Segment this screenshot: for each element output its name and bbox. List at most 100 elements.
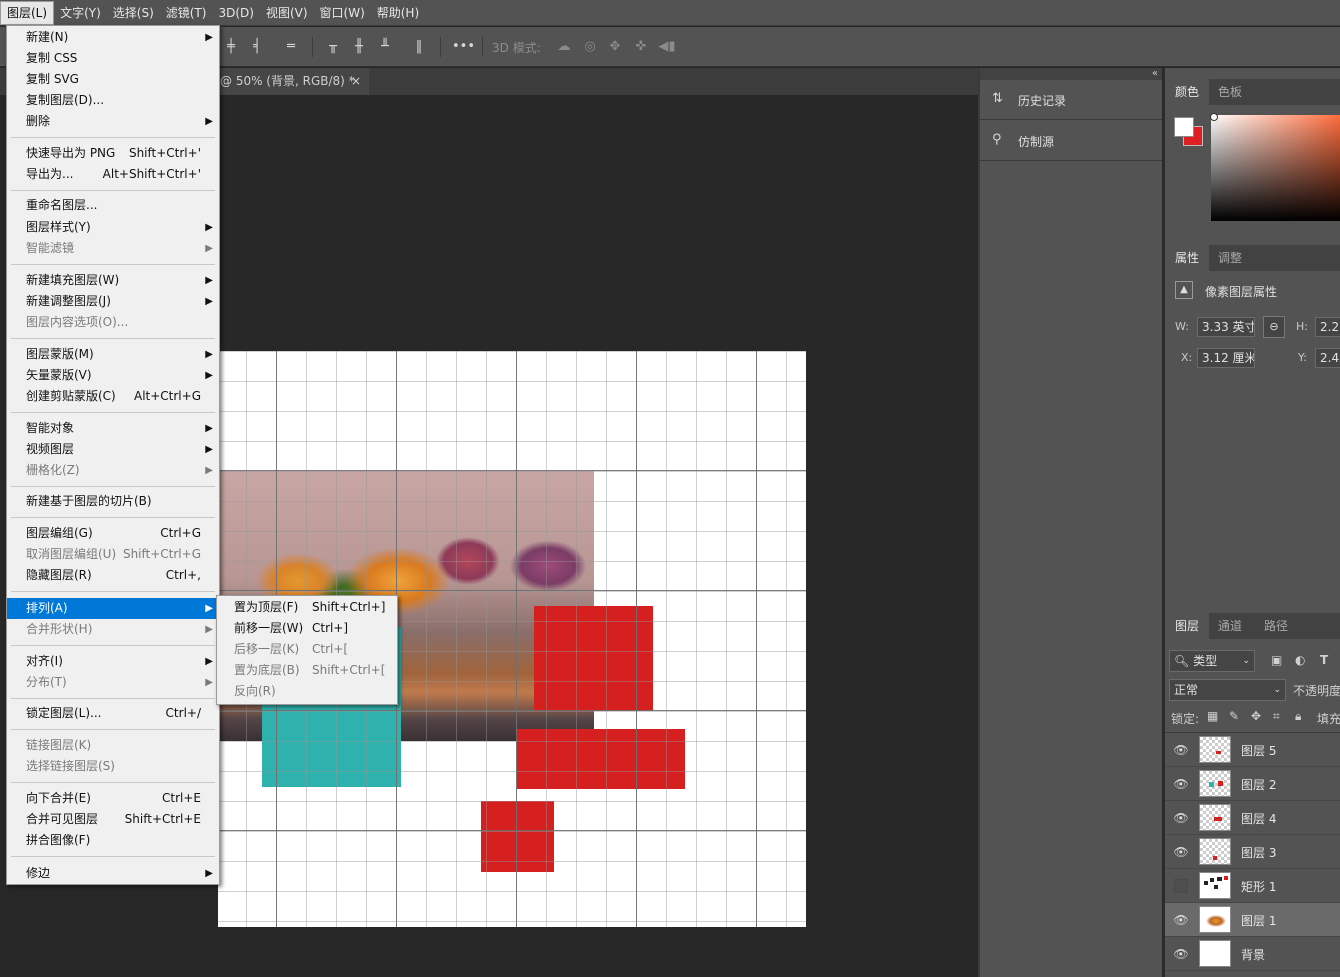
layer-row-background[interactable]: 👁︎ 背景 — [1165, 937, 1340, 971]
lock-transparent-icon[interactable]: ▦ — [1207, 709, 1218, 723]
red-rectangle-small[interactable] — [481, 801, 554, 872]
menu-type[interactable]: 文字(Y) — [54, 0, 107, 26]
menu-item-ungroup-layers[interactable]: 取消图层编组(U) Shift+Ctrl+G — [7, 544, 219, 565]
y-position-field[interactable]: 2.48 — [1315, 348, 1340, 368]
menu-item-matting[interactable]: 修边 ▶ — [7, 863, 219, 884]
menu-item-smart-object[interactable]: 智能对象 ▶ — [7, 418, 219, 439]
link-dimensions-icon[interactable]: ⊖ — [1263, 316, 1285, 338]
menu-item-merge-down[interactable]: 向下合并(E) Ctrl+E — [7, 788, 219, 809]
menu-item-new[interactable]: 新建(N) ▶ — [7, 27, 219, 48]
submenu-item-send-to-back[interactable]: 置为底层(B) Shift+Ctrl+[ — [217, 660, 397, 681]
red-rectangle-large[interactable] — [534, 606, 653, 711]
menu-item-create-clipping-mask[interactable]: 创建剪贴蒙版(C) Alt+Ctrl+G — [7, 386, 219, 407]
visibility-eye-icon[interactable]: 👁︎ — [1173, 844, 1189, 860]
layer-row-rectangle1[interactable]: 矩形 1 — [1165, 869, 1340, 903]
menu-item-copy-svg[interactable]: 复制 SVG — [7, 69, 219, 90]
layer-row-layer3[interactable]: 👁︎ 图层 3 — [1165, 835, 1340, 869]
x-position-field[interactable]: 3.12 厘米 — [1197, 348, 1255, 368]
menu-item-layer-style[interactable]: 图层样式(Y) ▶ — [7, 217, 219, 238]
menu-item-new-fill-layer[interactable]: 新建填充图层(W) ▶ — [7, 270, 219, 291]
menu-layer[interactable]: 图层(L) — [0, 0, 55, 25]
menu-item-smart-filter[interactable]: 智能滤镜 ▶ — [7, 238, 219, 259]
blend-mode-select[interactable]: 正常 ⌄ — [1169, 679, 1286, 701]
foreground-color-swatch[interactable] — [1174, 117, 1194, 137]
layer-row-layer1[interactable]: 👁︎ 图层 1 — [1165, 903, 1340, 937]
menu-item-rasterize[interactable]: 栅格化(Z) ▶ — [7, 460, 219, 481]
align-top-icon[interactable]: ╥ — [324, 38, 342, 56]
menu-item-copy-css[interactable]: 复制 CSS — [7, 48, 219, 69]
tab-swatches[interactable]: 色板 — [1208, 79, 1252, 105]
menu-filter[interactable]: 滤镜(T) — [160, 0, 213, 26]
menu-item-combine-shapes[interactable]: 合并形状(H) ▶ — [7, 619, 219, 640]
filter-type-icon[interactable]: T — [1320, 653, 1328, 667]
layer-row-layer4[interactable]: 👁︎ 图层 4 — [1165, 801, 1340, 835]
menu-select[interactable]: 选择(S) — [107, 0, 160, 26]
visibility-toggle[interactable] — [1174, 879, 1188, 893]
menu-item-vector-mask[interactable]: 矢量蒙版(V) ▶ — [7, 365, 219, 386]
menu-item-group-layers[interactable]: 图层编组(G) Ctrl+G — [7, 523, 219, 544]
filter-pixel-icon[interactable]: ▣ — [1271, 653, 1282, 667]
collapse-panels-icon[interactable]: « — [1152, 68, 1158, 79]
distribute-horizontal-icon[interactable]: ‖ — [410, 38, 428, 56]
menu-item-hide-layers[interactable]: 隐藏图层(R) Ctrl+, — [7, 565, 219, 586]
history-panel-button[interactable]: ⇅ 历史记录 — [980, 80, 1162, 120]
clone-source-panel-button[interactable]: ⚲ 仿制源 — [980, 121, 1162, 161]
visibility-eye-icon[interactable]: 👁︎ — [1173, 810, 1189, 826]
submenu-item-send-backward[interactable]: 后移一层(K) Ctrl+[ — [217, 639, 397, 660]
distribute-icon[interactable]: ═ — [282, 38, 300, 56]
menu-item-new-adjustment-layer[interactable]: 新建调整图层(J) ▶ — [7, 291, 219, 312]
visibility-eye-icon[interactable]: 👁︎ — [1173, 776, 1189, 792]
3d-pan-icon[interactable]: ✥ — [606, 38, 624, 56]
menu-window[interactable]: 窗口(W) — [314, 0, 371, 26]
menu-item-layer-content-options[interactable]: 图层内容选项(O)... — [7, 312, 219, 333]
align-horizontal-center-icon[interactable]: ╪ — [222, 38, 240, 56]
lock-artboard-icon[interactable]: ⌗ — [1273, 709, 1280, 724]
menu-item-merge-visible[interactable]: 合并可见图层 Shift+Ctrl+E — [7, 809, 219, 830]
submenu-item-bring-forward[interactable]: 前移一层(W) Ctrl+] — [217, 618, 397, 639]
visibility-eye-icon[interactable]: 👁︎ — [1173, 912, 1189, 928]
tab-adjustments[interactable]: 调整 — [1208, 245, 1252, 271]
tab-layers[interactable]: 图层 — [1165, 613, 1210, 639]
menu-item-quick-export-png[interactable]: 快速导出为 PNG Shift+Ctrl+' — [7, 143, 219, 164]
menu-item-export-as[interactable]: 导出为... Alt+Shift+Ctrl+' — [7, 164, 219, 185]
3d-roll-icon[interactable]: ◎ — [581, 38, 599, 56]
lock-all-icon[interactable]: 🔒︎ — [1295, 709, 1301, 724]
3d-orbit-icon[interactable]: ☁ — [555, 38, 573, 56]
visibility-eye-icon[interactable]: 👁︎ — [1173, 946, 1189, 962]
3d-slide-icon[interactable]: ✜ — [632, 38, 650, 56]
menu-item-new-layer-based-slice[interactable]: 新建基于图层的切片(B) — [7, 491, 219, 512]
3d-camera-icon[interactable]: ◀▮ — [658, 38, 676, 56]
menu-item-video-layer[interactable]: 视频图层 ▶ — [7, 439, 219, 460]
menu-item-delete[interactable]: 删除 ▶ — [7, 111, 219, 132]
submenu-item-reverse[interactable]: 反向(R) — [217, 681, 397, 702]
align-bottom-icon[interactable]: ╨ — [376, 38, 394, 56]
menu-item-duplicate-layer[interactable]: 复制图层(D)... — [7, 90, 219, 111]
height-field[interactable]: 2.22 — [1315, 317, 1340, 337]
align-right-icon[interactable]: ╡ — [248, 38, 266, 56]
tab-color[interactable]: 颜色 — [1165, 79, 1210, 105]
menu-item-distribute[interactable]: 分布(T) ▶ — [7, 672, 219, 693]
color-picker-field[interactable] — [1211, 115, 1340, 221]
layer-row-layer2[interactable]: 👁︎ 图层 2 — [1165, 767, 1340, 801]
menu-item-layer-mask[interactable]: 图层蒙版(M) ▶ — [7, 344, 219, 365]
visibility-eye-icon[interactable]: 👁︎ — [1173, 742, 1189, 758]
menu-3d[interactable]: 3D(D) — [212, 0, 259, 26]
menu-item-lock-layers[interactable]: 锁定图层(L)... Ctrl+/ — [7, 703, 219, 724]
menu-item-rename-layer[interactable]: 重命名图层... — [7, 195, 219, 216]
layer-filter-select[interactable]: 🔍︎ 类型 ⌄ — [1169, 650, 1255, 672]
align-vertical-center-icon[interactable]: ╫ — [350, 38, 368, 56]
filter-adjustment-icon[interactable]: ◐ — [1295, 653, 1305, 667]
menu-help[interactable]: 帮助(H) — [371, 0, 425, 26]
lock-brush-icon[interactable]: ✎ — [1229, 709, 1239, 723]
menu-item-arrange[interactable]: 排列(A) ▶ — [7, 598, 219, 619]
tab-properties[interactable]: 属性 — [1165, 245, 1210, 271]
menu-view[interactable]: 视图(V) — [260, 0, 314, 26]
document-tab[interactable]: @ 50% (背景, RGB/8) * × — [212, 68, 369, 95]
color-picker-handle[interactable] — [1210, 113, 1218, 121]
lock-position-icon[interactable]: ✥ — [1251, 709, 1261, 723]
more-options-icon[interactable]: ••• — [452, 38, 475, 56]
menu-item-link-layers[interactable]: 链接图层(K) — [7, 735, 219, 756]
tab-paths[interactable]: 路径 — [1254, 613, 1298, 639]
submenu-item-bring-to-front[interactable]: 置为顶层(F) Shift+Ctrl+] — [217, 597, 397, 618]
menu-item-select-linked-layers[interactable]: 选择链接图层(S) — [7, 756, 219, 777]
